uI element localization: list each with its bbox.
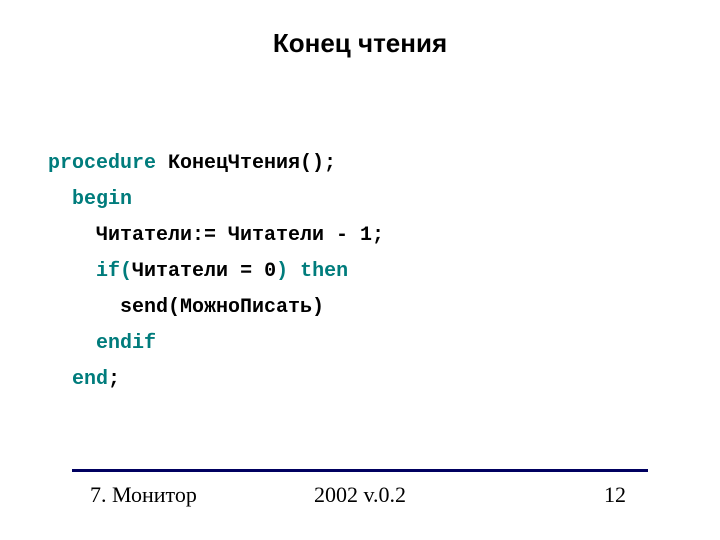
stmt-send: send(МожноПисать)	[120, 296, 324, 319]
code-line-7: end;	[48, 368, 120, 391]
code-block: procedure КонецЧтения(); begin Читатели:…	[48, 110, 384, 434]
code-line-5: send(МожноПисать)	[48, 296, 324, 319]
slide: Конец чтения procedure КонецЧтения(); be…	[0, 0, 720, 540]
kw-endif: endif	[96, 332, 156, 355]
paren-open: (	[120, 260, 132, 283]
code-line-2: begin	[48, 188, 132, 211]
if-expr: Читатели = 0	[132, 260, 276, 283]
kw-end: end	[72, 368, 108, 391]
paren-close: )	[276, 260, 288, 283]
kw-begin: begin	[72, 188, 132, 211]
code-line-1: procedure КонецЧтения();	[48, 152, 336, 175]
code-line-6: endif	[48, 332, 156, 355]
footer: 2002 v.0.2 7. Монитор 12	[0, 482, 720, 512]
code-line-3: Читатели:= Читатели - 1;	[48, 224, 384, 247]
kw-if: if	[96, 260, 120, 283]
slide-title: Конец чтения	[0, 28, 720, 59]
code-line-4: if(Читатели = 0) then	[48, 260, 348, 283]
kw-procedure: procedure	[48, 152, 156, 175]
stmt-decrement: Читатели:= Читатели - 1;	[96, 224, 384, 247]
end-semi: ;	[108, 368, 120, 391]
footer-rule	[72, 469, 648, 472]
proc-name: КонецЧтения();	[156, 152, 336, 175]
footer-left: 7. Монитор	[90, 482, 197, 508]
footer-page-number: 12	[604, 482, 626, 508]
kw-then: then	[288, 260, 348, 283]
